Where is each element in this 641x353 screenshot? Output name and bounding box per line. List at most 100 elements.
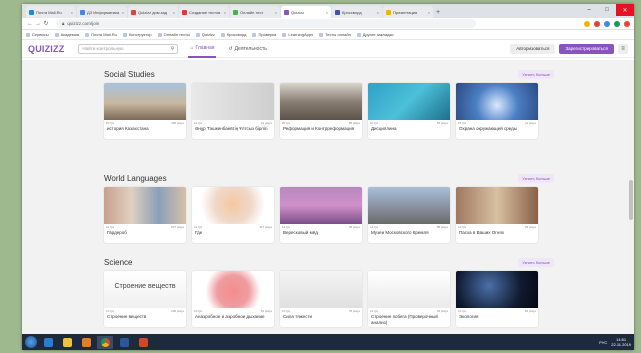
login-button[interactable]: Авторизоваться: [510, 43, 556, 54]
nav-tab-home[interactable]: ⌂ Главная: [188, 40, 217, 58]
browser-tab[interactable]: Почта Mail.Ru ×: [26, 6, 76, 18]
menu-icon[interactable]: ≡: [618, 43, 628, 54]
quiz-card[interactable]: 10 Qs 51 plays Анаэробное и аэробное дыхан…: [192, 271, 274, 327]
close-tab-icon[interactable]: ×: [428, 10, 430, 15]
quiz-card[interactable]: 10 Qs 300 plays история Казахстана: [104, 83, 186, 139]
see-more-button[interactable]: Узнать больше: [518, 173, 554, 183]
question-count: 12 Qs: [370, 309, 379, 313]
bookmark-item[interactable]: Кроссворд: [220, 32, 246, 37]
see-more-button[interactable]: Узнать больше: [518, 69, 554, 79]
extensions: [584, 20, 630, 27]
star-icon[interactable]: [584, 20, 590, 27]
question-count: 14 Qs: [282, 225, 291, 229]
quiz-card[interactable]: 20 Qs 95 plays Реформация и Контрреформаци…: [280, 83, 362, 139]
browser-tab[interactable]: Онлайн тест ×: [230, 6, 280, 18]
search-input[interactable]: Найти контрольную ⚲: [78, 43, 179, 54]
taskbar-ie-icon[interactable]: [40, 336, 56, 349]
taskbar-chrome-icon[interactable]: [97, 335, 113, 349]
bookmark-label: Проверка: [258, 32, 277, 37]
bookmark-item[interactable]: Тесты онлайн: [319, 32, 351, 37]
search-icon[interactable]: ⚲: [171, 46, 175, 52]
bookmark-label: Почта Mail.Ru: [91, 32, 117, 37]
close-tab-icon[interactable]: ×: [173, 10, 175, 15]
quiz-card[interactable]: 15 Qs 41 plays Охрана окружающей среды: [456, 83, 538, 139]
bookmark-item[interactable]: LearningApps: [282, 32, 313, 37]
minimize-button[interactable]: –: [580, 4, 598, 16]
quiz-card-list: Строение веществ 10 Qs 200 plays Строение в…: [104, 271, 554, 327]
close-tab-icon[interactable]: ×: [71, 10, 73, 15]
close-tab-icon[interactable]: ×: [275, 10, 277, 15]
reload-icon[interactable]: ↻: [42, 20, 50, 27]
browser-tab[interactable]: Quizizz дом.зад ×: [128, 6, 178, 18]
search-placeholder: Найти контрольную: [82, 46, 124, 51]
bookmark-label: Сервисы: [32, 32, 49, 37]
quiz-card[interactable]: 10 Qs 62 plays Экология: [456, 271, 538, 327]
browser-tab[interactable]: Создание тестов ×: [179, 6, 229, 18]
close-tab-icon[interactable]: ×: [377, 10, 379, 15]
forward-icon[interactable]: →: [34, 21, 42, 27]
quiz-thumbnail: [456, 83, 538, 120]
quiz-card[interactable]: 14 Qs 46 plays Вересковый мёд: [280, 187, 362, 243]
see-more-button[interactable]: Узнать больше: [518, 257, 554, 267]
quiz-card[interactable]: 12 Qs 34 plays Строение побега (Проверочны…: [368, 271, 450, 327]
section-title: Social Studies: [104, 69, 155, 79]
browser-tab[interactable]: Кроссворд ×: [332, 6, 382, 18]
profile-avatar[interactable]: [624, 20, 630, 27]
quiz-card[interactable]: Строение веществ 10 Qs 200 plays Строение в…: [104, 271, 186, 327]
browser-tab[interactable]: ДЗ Информатика ×: [77, 6, 127, 18]
extension-icon[interactable]: [614, 20, 620, 27]
quiz-card[interactable]: 10 Qs 29 plays Пасха в Ваших Огнях: [456, 187, 538, 243]
thumbnail-caption: Строение веществ: [114, 283, 176, 290]
clock[interactable]: 14:51 22.11.2019: [611, 337, 631, 347]
quiz-card[interactable]: 12 Qs 88 plays Музеи Московского Кремля: [368, 187, 450, 243]
scrollbar[interactable]: [628, 60, 634, 334]
bookmark-item[interactable]: Онлайн тесты: [157, 32, 190, 37]
section-header: Social Studies Узнать больше: [104, 68, 554, 80]
new-tab-button[interactable]: +: [436, 9, 440, 16]
back-icon[interactable]: ←: [26, 21, 34, 27]
close-tab-icon[interactable]: ×: [326, 10, 328, 15]
bookmark-item[interactable]: Сервисы: [26, 32, 49, 37]
start-button[interactable]: [25, 336, 37, 348]
bookmark-item[interactable]: Проверка: [252, 32, 276, 37]
bookmark-item[interactable]: Конструктор: [122, 32, 152, 37]
bookmark-item[interactable]: Другие закладки: [356, 32, 393, 37]
quiz-card[interactable]: 10 Qs 78 plays Сила тяжести: [280, 271, 362, 327]
tab-favicon: [386, 9, 391, 15]
tray-lang[interactable]: РУС: [599, 340, 607, 345]
taskbar-powerpoint-icon[interactable]: [135, 336, 151, 349]
quiz-thumbnail: [280, 271, 362, 308]
browser-tab[interactable]: Quizizz ×: [281, 6, 331, 18]
quiz-card[interactable]: 10 Qs 117 plays Где: [192, 187, 274, 243]
extension-icon[interactable]: [604, 20, 610, 27]
extension-icon[interactable]: [594, 20, 600, 27]
question-count: 10 Qs: [194, 225, 203, 229]
browser-tab[interactable]: Презентация ×: [383, 6, 433, 18]
bookmark-item[interactable]: Почта Mail.Ru: [85, 32, 117, 37]
quiz-title: Вересковый мёд: [283, 230, 318, 235]
taskbar-word-icon[interactable]: [116, 336, 132, 349]
tab-label: Презентация: [393, 9, 418, 15]
quiz-thumbnail: [104, 187, 186, 224]
play-count: 527 plays: [171, 225, 184, 229]
url-input[interactable]: 🔒︎ quizizz.com/join: [56, 19, 476, 28]
taskbar-explorer-icon[interactable]: [59, 336, 75, 349]
quizizz-logo[interactable]: QUIZIZZ: [28, 44, 64, 54]
signup-button[interactable]: Зарегистрироваться: [559, 43, 614, 54]
taskbar-media-icon[interactable]: [78, 336, 94, 349]
nav-tab-activity[interactable]: ↺ Деятельность: [226, 40, 268, 58]
quiz-thumbnail: [192, 271, 274, 308]
close-tab-icon[interactable]: ×: [122, 10, 124, 15]
quiz-card[interactable]: 10 Qs 54 plays Дисциплина: [368, 83, 450, 139]
quiz-card[interactable]: 10 Qs 527 plays Гардероб: [104, 187, 186, 243]
maximize-button[interactable]: □: [598, 4, 616, 16]
subject-section: Science Узнать больше Строение веществ 10 Q…: [104, 256, 554, 327]
close-window-button[interactable]: ✕: [616, 4, 634, 16]
close-tab-icon[interactable]: ×: [224, 10, 226, 15]
bookmark-item[interactable]: Quizizz: [195, 32, 215, 37]
scrollbar-thumb[interactable]: [629, 180, 633, 220]
bookmark-item[interactable]: Академия: [54, 32, 79, 37]
subject-section: Social Studies Узнать больше 10 Qs 300 play…: [104, 68, 554, 139]
tab-favicon: [335, 9, 340, 15]
quiz-card[interactable]: 10 Qs 12 plays Әнұр Тәшкенбаевтің Ұлтсыз б…: [192, 83, 274, 139]
